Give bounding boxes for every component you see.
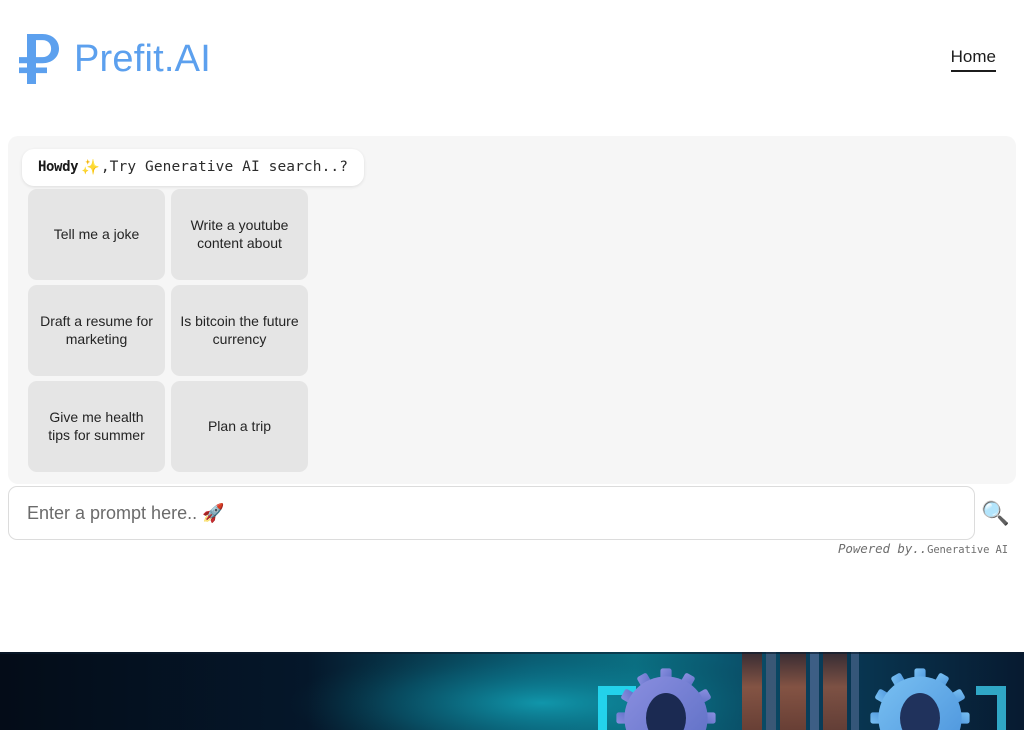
suggestion-card[interactable]: Write a youtube content about [171, 189, 308, 280]
search-button[interactable]: 🔍 [975, 486, 1016, 540]
suggestion-grid: Tell me a joke Write a youtube content a… [28, 189, 308, 472]
hero-banner-image [0, 652, 1024, 730]
sparkles-icon: ✨ [81, 158, 100, 176]
suggestion-card[interactable]: Plan a trip [171, 381, 308, 472]
greeting-rest-text: ,Try Generative AI search..? [100, 159, 349, 175]
suggestion-card[interactable]: Draft a resume for marketing [28, 285, 165, 376]
suggestion-card[interactable]: Is bitcoin the future currency [171, 285, 308, 376]
search-icon: 🔍 [981, 499, 1010, 526]
brand-name: Prefit.AI [74, 38, 211, 80]
nav-link-home[interactable]: Home [950, 46, 996, 73]
main-nav: Home [950, 46, 1010, 73]
ruble-p-logo-icon [19, 34, 59, 84]
powered-by-note: Powered by.. Generative AI [838, 541, 1008, 556]
suggestion-card[interactable]: Tell me a joke [28, 189, 165, 280]
prompt-input[interactable] [8, 486, 975, 540]
brand[interactable]: Prefit.AI [18, 32, 211, 86]
powered-by-main-text: Powered by.. [838, 541, 928, 556]
prompt-row: 🔍 [8, 486, 1016, 540]
greeting-strong-text: Howdy [38, 159, 79, 175]
suggestion-card[interactable]: Give me health tips for summer [28, 381, 165, 472]
greeting-chip: Howdy ✨ ,Try Generative AI search..? [22, 149, 365, 186]
assistant-panel: Howdy ✨ ,Try Generative AI search..? Tel… [8, 136, 1016, 484]
site-header: Prefit.AI Home [0, 0, 1024, 118]
powered-by-sub-text: Generative AI [927, 544, 1008, 556]
